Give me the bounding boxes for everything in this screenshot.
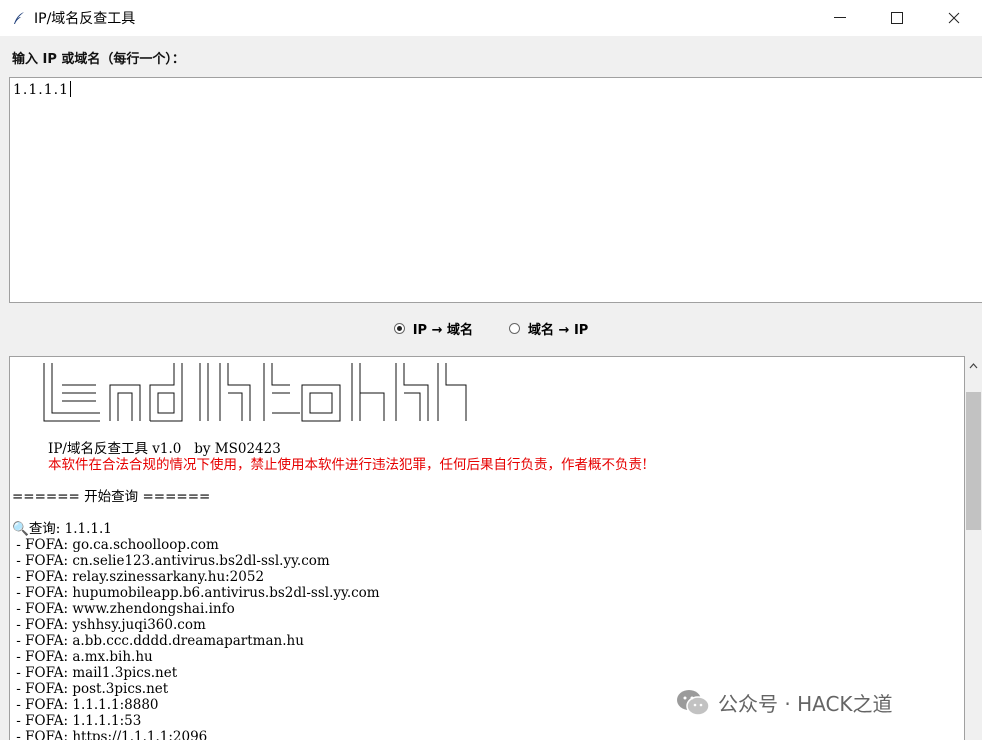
maximize-button[interactable]	[868, 0, 925, 36]
output-scrollbar[interactable]	[965, 356, 982, 740]
text-caret	[69, 81, 71, 97]
radio-label-domain-to-ip: 域名 → IP	[528, 322, 589, 338]
radio-unchecked-icon	[509, 322, 520, 334]
output-header-warning: 本软件在合法合规的情况下使用，禁止使用本软件进行违法犯罪，任何后果自行负责，作者…	[48, 457, 648, 473]
result-line: - FOFA: 1.1.1.1:53	[12, 713, 142, 729]
result-line: - FOFA: 1.1.1.1:8880	[12, 697, 159, 713]
scroll-thumb[interactable]	[966, 392, 981, 530]
radio-checked-icon	[393, 322, 405, 334]
watermark-text: 公众号 · HACK之道	[718, 692, 893, 716]
magnifier-icon: 🔍	[12, 521, 29, 537]
output-textarea[interactable]: IP/域名反查工具 v1.0 by MS02423 本软件在合法合规的情况下使用…	[9, 356, 965, 740]
output-header-title: IP/域名反查工具 v1.0 by MS02423	[48, 441, 281, 457]
maximize-icon	[890, 12, 903, 24]
result-line: - FOFA: hupumobileapp.b6.antivirus.bs2dl…	[12, 585, 380, 601]
result-line: - FOFA: go.ca.schoolloop.com	[12, 537, 219, 553]
result-line: - FOFA: www.zhendongshai.info	[12, 601, 235, 617]
result-line: - FOFA: yshhsy.juqi360.com	[12, 617, 206, 633]
result-line: - FOFA: post.3pics.net	[12, 681, 169, 697]
output-query-line: 🔍查询: 1.1.1.1	[12, 521, 112, 537]
window-title: IP/域名反查工具	[34, 11, 136, 27]
result-line: - FOFA: mail1.3pics.net	[12, 665, 178, 681]
result-line: - FOFA: cn.selie123.antivirus.bs2dl-ssl.…	[12, 553, 330, 569]
radio-label-ip-to-domain: IP → 域名	[412, 322, 473, 338]
result-line: - FOFA: relay.szinessarkany.hu:2052	[12, 569, 265, 585]
watermark: 公众号 · HACK之道	[676, 688, 893, 717]
mode-selector: IP → 域名 域名 → IP	[0, 314, 982, 342]
input-label: 输入 IP 或域名（每行一个）：	[12, 52, 185, 67]
close-button[interactable]	[925, 0, 982, 36]
wechat-icon	[677, 689, 710, 716]
feather-icon	[12, 11, 26, 25]
result-line: - FOFA: a.bb.ccc.dddd.dreamapartman.hu	[12, 633, 304, 649]
result-line: - FOFA: a.mx.bih.hu	[12, 649, 153, 665]
radio-domain-to-ip[interactable]: 域名 → IP	[509, 319, 588, 338]
chevron-up-icon[interactable]	[965, 358, 982, 374]
result-line: - FOFA: https://1.1.1.1:2096	[12, 729, 208, 740]
radio-ip-to-domain[interactable]: IP → 域名	[393, 319, 473, 338]
minimize-button[interactable]	[811, 0, 868, 36]
input-textarea[interactable]: 1.1.1.1	[9, 77, 982, 303]
title-bar: IP/域名反查工具	[0, 0, 982, 36]
close-icon	[948, 12, 959, 24]
minimize-icon	[833, 17, 846, 18]
output-start-line: ====== 开始查询 ======	[12, 489, 211, 505]
ascii-banner-logo	[43, 363, 467, 422]
input-value: 1.1.1.1	[13, 82, 69, 98]
